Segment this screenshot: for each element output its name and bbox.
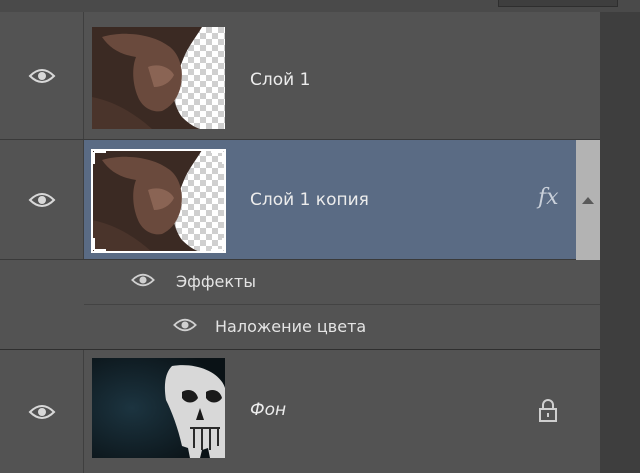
- panel-top-strip: [0, 0, 640, 12]
- eye-icon: [28, 191, 56, 209]
- panel-right-strip: [600, 12, 640, 473]
- layer-row-1[interactable]: Слой 1: [0, 12, 600, 140]
- layer-name[interactable]: Фон: [250, 400, 286, 420]
- visibility-toggle[interactable]: [0, 140, 84, 259]
- effect-color-overlay-row[interactable]: Наложение цвета: [84, 305, 600, 350]
- layer-name[interactable]: Слой 1: [250, 70, 310, 90]
- panel-top-control: [498, 0, 618, 7]
- fx-icon[interactable]: fx: [538, 185, 559, 210]
- scrollbar[interactable]: [576, 140, 600, 260]
- layer-name[interactable]: Слой 1 копия: [250, 190, 369, 210]
- layer-thumbnail[interactable]: [92, 27, 225, 129]
- layer-row-background[interactable]: Фон: [0, 350, 600, 473]
- eye-icon[interactable]: [130, 272, 156, 288]
- eye-icon: [28, 403, 56, 421]
- scroll-up-arrow-icon[interactable]: [576, 140, 600, 260]
- effect-name: Наложение цвета: [215, 317, 367, 336]
- visibility-toggle[interactable]: [0, 12, 84, 139]
- layer-thumbnail[interactable]: [92, 358, 225, 458]
- effects-label: Эффекты: [176, 272, 256, 291]
- visibility-toggle[interactable]: [0, 350, 84, 473]
- lock-icon: [538, 398, 558, 426]
- layer-thumbnail[interactable]: [91, 149, 226, 253]
- effects-row[interactable]: Эффекты: [84, 260, 600, 305]
- eye-icon[interactable]: [172, 317, 198, 333]
- layer-row-2[interactable]: Слой 1 копия fx: [0, 140, 600, 260]
- layers-panel: Слой 1 Слой 1 копия fx Эффекты Наложение…: [0, 12, 600, 473]
- eye-icon: [28, 67, 56, 85]
